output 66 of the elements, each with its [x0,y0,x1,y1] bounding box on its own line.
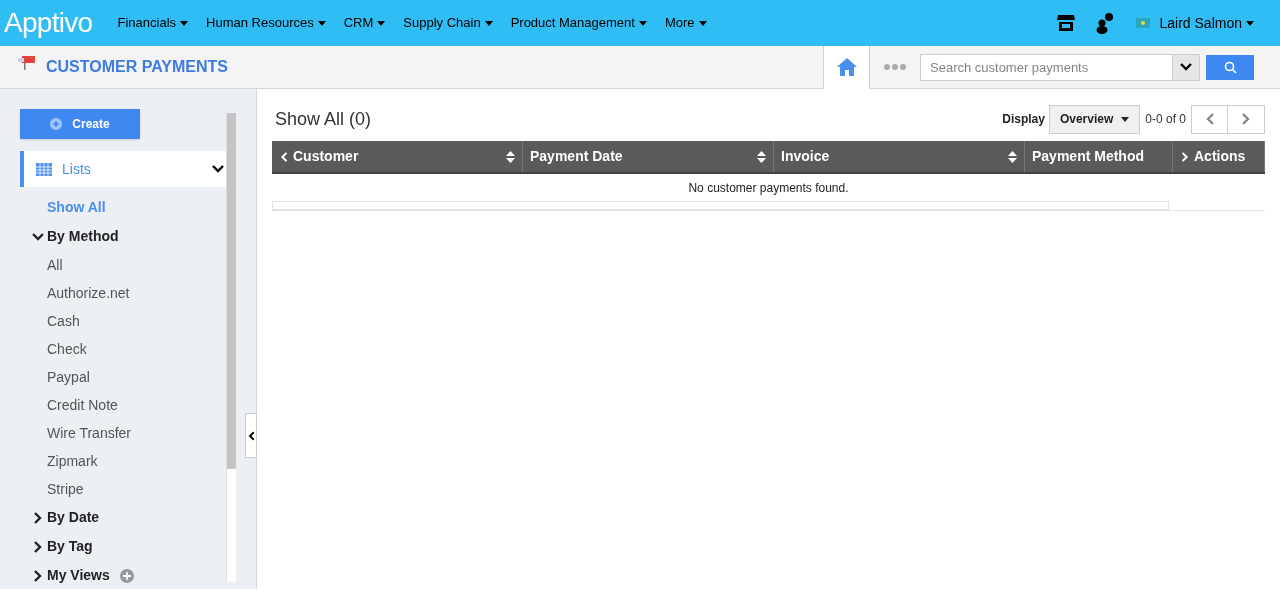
chevron-down-icon [1180,61,1192,73]
chevron-down-icon [32,230,44,243]
chevron-right-icon [32,511,44,524]
previous-button[interactable] [1191,104,1228,134]
flag-icon [1135,18,1150,28]
scrollbar-thumb[interactable] [227,113,236,469]
horizontal-scrollbar[interactable] [272,201,1169,210]
plus-circle-icon [50,118,63,130]
list-link[interactable]: Check [47,338,87,360]
store-icon[interactable] [1055,13,1076,33]
menu-item[interactable]: CRM [334,13,395,33]
column-header[interactable]: Payment Date [523,141,774,172]
menu-item[interactable]: Human Resources [197,13,335,33]
more-icon[interactable] [884,64,906,70]
caret-icon [484,20,493,26]
caret-icon [638,20,647,26]
chevron-left-icon [246,429,256,442]
home-tab[interactable] [823,45,870,89]
display-dropdown[interactable]: Overview [1048,104,1141,134]
menu-item[interactable]: Supply Chain [394,13,502,33]
view-title: Show All (0) [275,107,372,131]
user-menu[interactable]: Laird Salmon [1159,12,1254,34]
create-button[interactable]: Create [20,109,140,139]
list-link[interactable]: Credit Note [47,394,118,416]
list-link[interactable]: Authorize.net [47,282,130,304]
next-button[interactable] [1228,104,1265,134]
caret-icon [1246,20,1254,26]
list-link[interactable]: All [47,254,63,276]
home-icon [835,57,858,77]
page-range: 0-0 of 0 [1145,111,1186,128]
add-icon[interactable] [119,568,134,583]
caret-icon [317,20,326,26]
caret-icon [377,20,386,26]
column-header[interactable]: Invoice [774,141,1025,172]
column-header[interactable]: Customer [272,141,523,172]
group-toggle[interactable]: My Views [47,565,110,586]
column-header[interactable]: Payment Method [1025,141,1173,172]
collapse-handle[interactable] [245,413,257,458]
caret-icon [1121,117,1130,123]
search-field[interactable]: Search customer payments [920,53,1173,81]
group-toggle[interactable]: By Tag [47,536,93,557]
caret-icon [698,20,707,26]
chevron-right-icon [1240,113,1252,125]
search-icon [1223,60,1237,74]
menu-item[interactable]: Product Management [501,13,656,33]
chevron-right-icon [32,540,44,553]
mailbox-icon [18,55,36,71]
menu-item[interactable]: Financials [108,13,198,33]
group-toggle[interactable]: By Method [47,226,119,247]
list-link[interactable]: Cash [47,310,80,332]
group-toggle[interactable]: By Date [47,507,100,528]
people-icon[interactable] [1095,12,1114,34]
empty-message: No customer payments found. [688,179,849,197]
search-button[interactable] [1206,54,1254,80]
list-link[interactable]: Wire Transfer [47,422,131,444]
list-link[interactable]: Paypal [47,366,90,388]
search-options-button[interactable] [1173,53,1200,81]
page-title: CUSTOMER PAYMENTS [46,57,228,77]
caret-icon [180,20,189,26]
list-link[interactable]: Stripe [47,478,84,500]
list-link[interactable]: Zipmark [47,450,98,472]
grid-icon [36,162,52,176]
chevron-right-icon [32,569,44,582]
menu-item[interactable]: More [655,13,716,33]
column-header[interactable]: Actions [1173,141,1265,172]
display-label: Display [1002,111,1045,128]
